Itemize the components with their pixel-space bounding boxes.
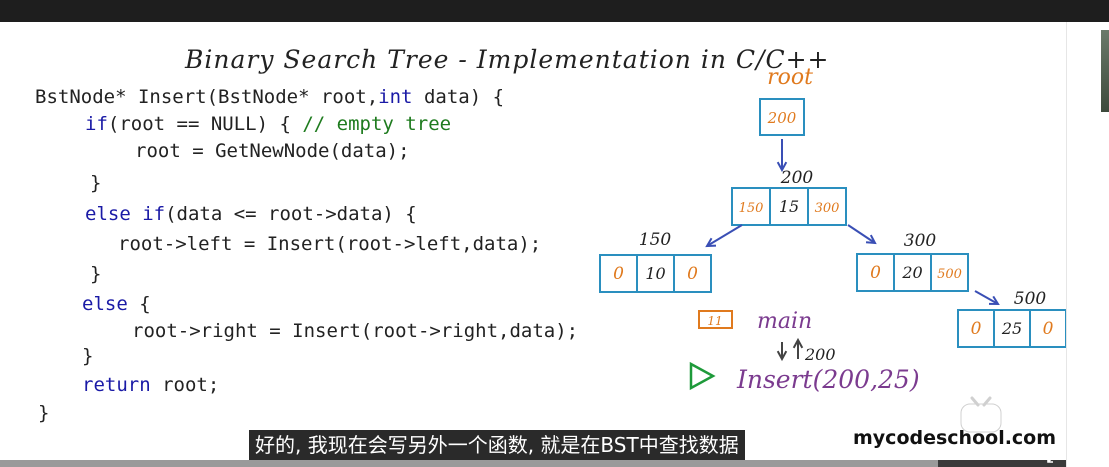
return-value: 200 <box>804 345 836 364</box>
main-frame-label: main <box>757 309 812 334</box>
insert-call-label: Insert(200,25) <box>736 365 920 394</box>
node-address-label: 500 <box>1014 289 1047 309</box>
node-data-field: 10 <box>645 264 665 283</box>
right-child-arrow <box>847 224 876 244</box>
node-address-label: 200 <box>780 168 814 188</box>
node-address-label: 300 <box>904 231 937 251</box>
node-right-field: 0 <box>687 264 698 284</box>
node-left-field: 0 <box>971 319 982 339</box>
node-left-field: 0 <box>870 263 881 283</box>
bst-diagram: root 200 200 150 15 300 150 0 10 0 300 0 20 500 500 0 25… <box>599 65 1066 394</box>
root-label: root <box>767 65 813 90</box>
node-address-label: 150 <box>639 230 672 250</box>
left-child-arrow <box>706 224 743 247</box>
root-value: 200 <box>767 109 797 127</box>
video-progress-bar[interactable] <box>0 460 1066 467</box>
node-right-field: 0 <box>1043 319 1054 339</box>
node-right-field: 300 <box>815 201 840 216</box>
expand-icon[interactable] <box>1046 448 1062 464</box>
side-thumbnail[interactable] <box>1101 30 1109 112</box>
watermark-text: mycodeschool.com <box>853 427 1057 449</box>
node-left-field: 150 <box>739 201 764 216</box>
node-data-field: 20 <box>901 263 922 282</box>
video-frame[interactable]: Binary Search Tree - Implementation in C… <box>25 22 1066 460</box>
video-progress-fill <box>0 460 939 467</box>
stack-frame-value: 11 <box>707 314 722 328</box>
play-triangle-icon <box>689 361 716 391</box>
video-top-bar <box>0 0 1109 22</box>
node-left-field: 0 <box>613 264 624 284</box>
node-right-field: 500 <box>937 267 962 282</box>
subtitle-caption: 好的, 我现在会写另外一个函数, 就是在BST中查找数据 <box>249 430 745 460</box>
node-data-field: 15 <box>779 197 799 216</box>
node-data-field: 25 <box>1001 319 1022 338</box>
